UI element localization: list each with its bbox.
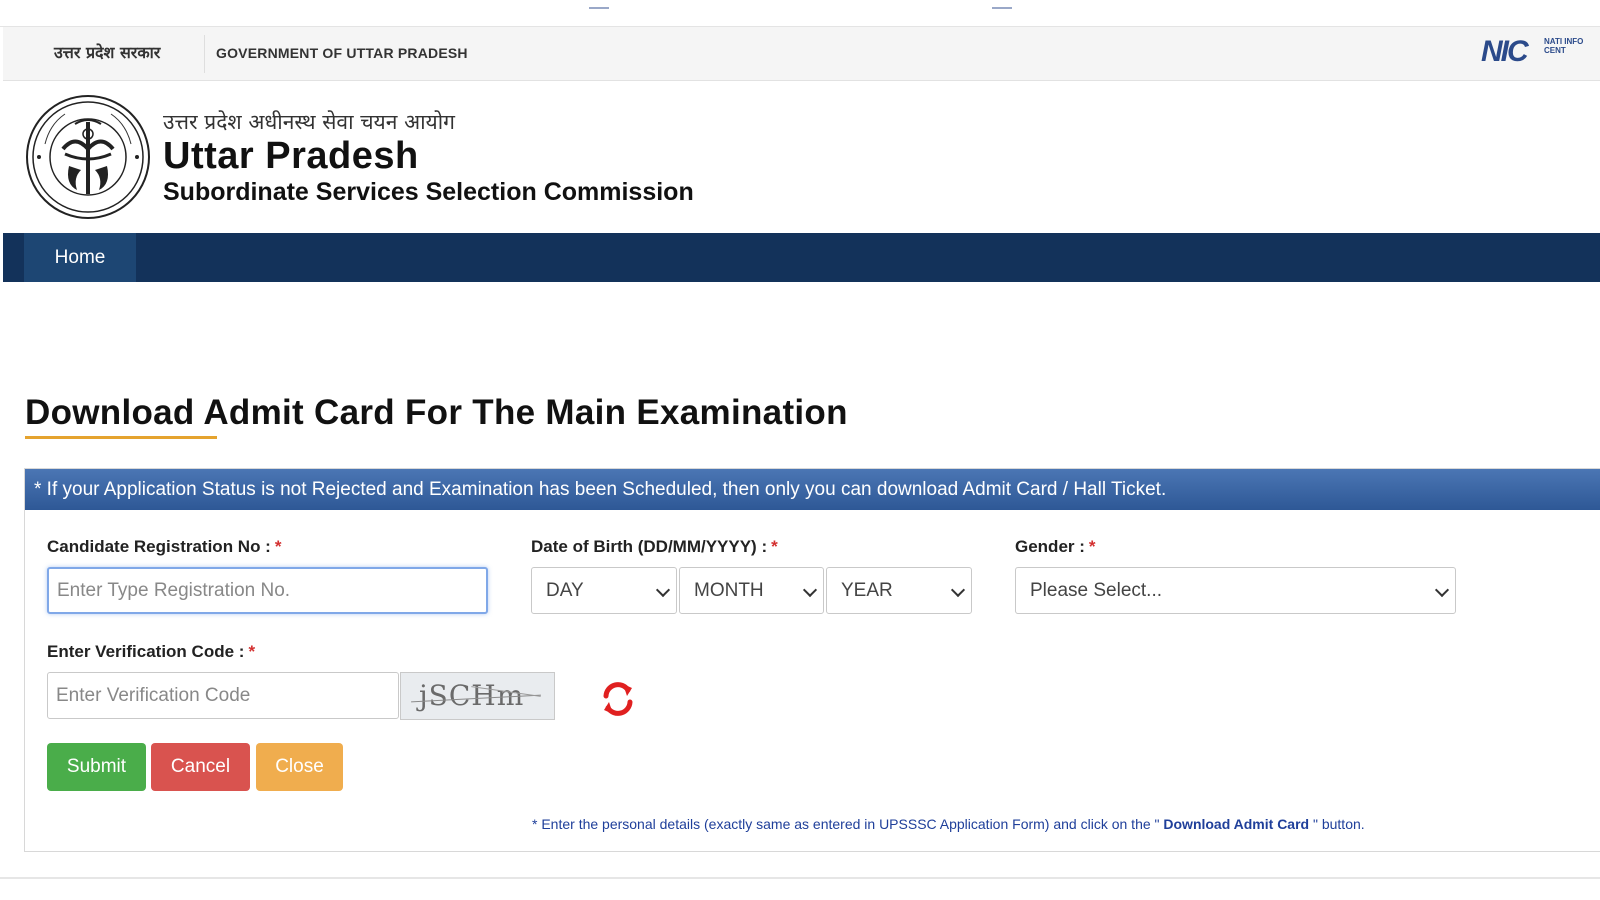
registration-label: Candidate Registration No : *: [47, 537, 281, 557]
dob-day-value: DAY: [546, 580, 584, 601]
top-tick-mark: [589, 7, 609, 9]
chevron-down-icon: [1434, 582, 1450, 598]
up-state-emblem-icon: [26, 95, 150, 219]
dob-year-value: YEAR: [841, 580, 893, 601]
refresh-captcha-icon[interactable]: [598, 679, 638, 719]
header-hindi-title: उत्तर प्रदेश अधीनस्थ सेवा चयन आयोग: [163, 110, 455, 134]
top-tick-mark: [992, 7, 1012, 9]
registration-number-input[interactable]: [47, 567, 488, 614]
note-text-end: " button.: [1312, 816, 1365, 832]
gender-label: Gender : *: [1015, 537, 1096, 557]
nic-logo-subtext: NATI INFO CENT: [1544, 37, 1584, 55]
cancel-button[interactable]: Cancel: [151, 743, 250, 791]
nav-home-link[interactable]: Home: [24, 233, 136, 282]
registration-label-text: Candidate Registration No :: [47, 537, 271, 556]
browser-top-strip: [0, 0, 1600, 27]
required-asterisk: *: [248, 642, 256, 661]
verification-label: Enter Verification Code : *: [47, 642, 255, 662]
main-navbar: Home: [3, 233, 1600, 282]
nic-logo-text: NIC: [1481, 35, 1529, 68]
header-title: Uttar Pradesh: [163, 135, 419, 177]
chevron-down-icon: [950, 582, 966, 598]
dob-month-value: MONTH: [694, 580, 764, 601]
page-title: Download Admit Card For The Main Examina…: [25, 393, 848, 432]
gov-english-label: GOVERNMENT OF UTTAR PRADESH: [216, 45, 468, 61]
gov-divider: [204, 35, 205, 73]
title-underline: [25, 436, 217, 439]
submit-button[interactable]: Submit: [47, 743, 146, 791]
dob-year-select[interactable]: YEAR: [826, 567, 972, 614]
chevron-down-icon: [802, 582, 818, 598]
close-button[interactable]: Close: [256, 743, 343, 791]
instruction-note: * Enter the personal details (exactly sa…: [532, 816, 1365, 832]
header-subtitle: Subordinate Services Selection Commissio…: [163, 178, 694, 206]
verification-code-input[interactable]: [47, 672, 399, 719]
verification-label-text: Enter Verification Code :: [47, 642, 245, 661]
chevron-down-icon: [655, 582, 671, 598]
gender-label-text: Gender :: [1015, 537, 1085, 556]
site-header: उत्तर प्रदेश अधीनस्थ सेवा चयन आयोग Uttar…: [3, 81, 1600, 233]
footer-divider: [0, 877, 1600, 879]
gender-value: Please Select...: [1030, 580, 1163, 601]
required-asterisk: *: [1088, 537, 1096, 556]
required-asterisk: *: [771, 537, 778, 556]
dob-day-select[interactable]: DAY: [531, 567, 677, 614]
captcha-image: jSCHm: [400, 672, 555, 720]
dob-label-text: Date of Birth (DD/MM/YYYY) :: [531, 537, 768, 556]
dob-month-select[interactable]: MONTH: [679, 567, 824, 614]
gov-hindi-label: उत्तर प्रदेश सरकार: [54, 43, 161, 62]
panel-notice-header: * If your Application Status is not Reje…: [25, 469, 1600, 510]
admit-card-form-panel: * If your Application Status is not Reje…: [24, 468, 1600, 852]
nic-logo[interactable]: NIC NATI INFO CENT: [1481, 35, 1600, 71]
government-bar: उत्तर प्रदेश सरकार GOVERNMENT OF UTTAR P…: [3, 27, 1600, 81]
required-asterisk: *: [274, 537, 282, 556]
gender-select[interactable]: Please Select...: [1015, 567, 1456, 614]
note-text-start: * Enter the personal details (exactly sa…: [532, 816, 1160, 832]
dob-label: Date of Birth (DD/MM/YYYY) : *: [531, 537, 778, 557]
note-text-bold: Download Admit Card: [1159, 816, 1313, 832]
